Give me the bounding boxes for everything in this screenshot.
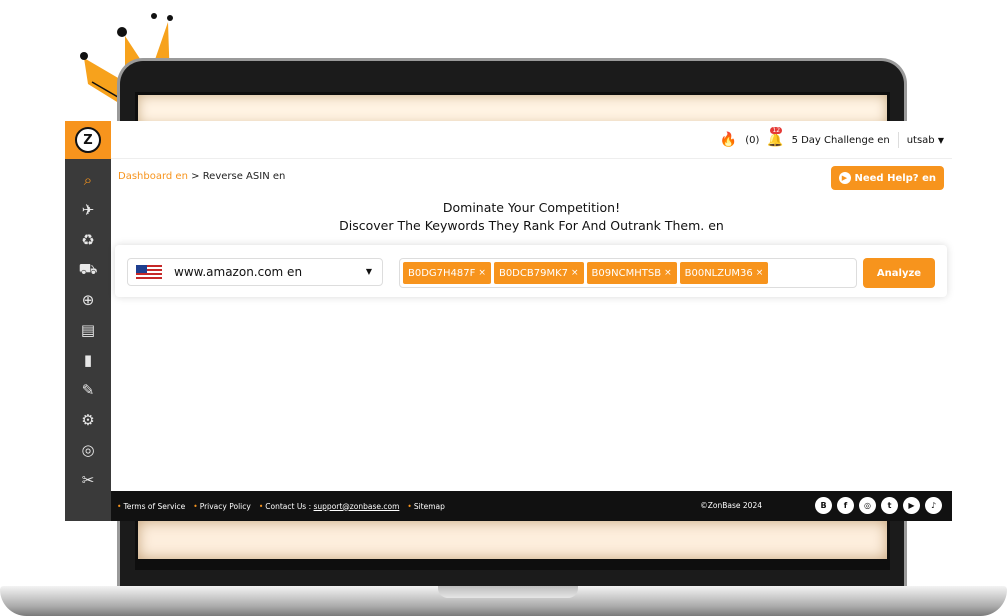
breadcrumb-separator: > <box>191 171 200 182</box>
analyze-button[interactable]: Analyze <box>863 258 935 288</box>
social-links: Bf ◎ t ▶ ♪ <box>815 497 942 514</box>
asin-input[interactable]: B0DG7H487F × B0DCB79MK7 × B09NCMHTSB × B00NLZU… <box>399 258 857 288</box>
footer-privacy-label: Privacy Policy <box>199 501 251 511</box>
laptop-notch <box>438 586 578 598</box>
footer-sitemap[interactable]: • Sitemap <box>407 502 445 511</box>
zoom-icon[interactable]: ⊕ <box>65 285 111 315</box>
edit-icon[interactable]: ✎ <box>65 375 111 405</box>
main-content: Dashboard en > Reverse ASIN en ▶ Need He… <box>111 159 952 491</box>
fire-icon[interactable]: 🔥 <box>720 132 737 148</box>
target-icon[interactable]: ◎ <box>65 435 111 465</box>
user-menu[interactable]: utsab ▼ <box>907 135 944 146</box>
remove-icon[interactable]: × <box>664 268 672 278</box>
topbar: 🔥 (0) 🔔 12 5 Day Challenge en utsab ▼ <box>111 121 952 159</box>
footer: • Terms of Service • Privacy Policy • Conta… <box>111 491 952 521</box>
need-help-button[interactable]: ▶ Need Help? en <box>830 166 944 190</box>
play-icon: ▶ <box>838 172 851 184</box>
tiktok-icon[interactable]: ♪ <box>925 497 942 514</box>
app-window: Z ⌕ ✈ ♻ ⛟ ⊕ ▤ ▮ ✎ ⚙ ◎ ✂ 🔥 (0) 🔔 12 5 Day Challenge … <box>65 121 952 521</box>
asin-chip: B00NLZUM36 × <box>679 262 769 284</box>
bell-icon[interactable]: 🔔 12 <box>767 126 784 148</box>
sidebar-nav: ⌕ ✈ ♻ ⛟ ⊕ ▤ ▮ ✎ ⚙ ◎ ✂ <box>65 165 111 495</box>
blogger-icon[interactable]: B <box>815 497 832 514</box>
twitter-icon[interactable]: t <box>881 497 898 514</box>
breadcrumb: Dashboard en > Reverse ASIN en <box>118 171 285 182</box>
marketplace-value: www.amazon.com en <box>174 265 303 279</box>
breadcrumb-dashboard[interactable]: Dashboard en <box>118 171 188 182</box>
asin-chip: B09NCMHTSB × <box>586 262 677 284</box>
footer-contact-label: Contact Us : <box>265 501 312 511</box>
remove-icon[interactable]: × <box>571 268 579 278</box>
sidebar: Z ⌕ ✈ ♻ ⛟ ⊕ ▤ ▮ ✎ ⚙ ◎ ✂ <box>65 121 111 521</box>
laptop-mockup: Z ⌕ ✈ ♻ ⛟ ⊕ ▤ ▮ ✎ ⚙ ◎ ✂ 🔥 (0) 🔔 12 5 Day Challenge … <box>0 0 1007 616</box>
search-card: www.amazon.com en ▼ B0DG7H487F × B0DCB79MK… <box>115 245 947 297</box>
challenge-link[interactable]: 5 Day Challenge en <box>792 135 890 146</box>
asin-chip-label: B0DCB79MK7 <box>498 267 568 279</box>
footer-privacy[interactable]: • Privacy Policy <box>193 502 251 511</box>
zonbase-logo-icon: Z <box>75 127 101 153</box>
marketplace-select[interactable]: www.amazon.com en ▼ <box>127 258 383 286</box>
footer-contact: • Contact Us : support@zonbase.com <box>258 501 400 511</box>
caret-down-icon: ▼ <box>937 135 944 145</box>
asin-chip-label: B0DG7H487F <box>408 267 476 279</box>
search-tag-icon[interactable]: ⌕ <box>65 165 111 195</box>
instagram-icon[interactable]: ◎ <box>859 497 876 514</box>
screen-glow-bottom <box>138 521 887 559</box>
footer-email-link[interactable]: support@zonbase.com <box>314 502 400 511</box>
user-name: utsab <box>906 134 935 146</box>
facebook-icon[interactable]: f <box>837 497 854 514</box>
headline-line-1: Dominate Your Competition! <box>442 200 621 215</box>
tools-icon[interactable]: ✂ <box>65 465 111 495</box>
us-flag-icon <box>136 265 162 279</box>
notification-badge: 12 <box>770 126 783 134</box>
copyright: ©ZonBase 2024 <box>700 501 762 510</box>
remove-icon[interactable]: × <box>756 268 764 278</box>
footer-terms-label: Terms of Service <box>123 501 186 511</box>
chevron-down-icon: ▼ <box>365 267 372 276</box>
need-help-label: Need Help? en <box>854 172 937 184</box>
recycle-icon[interactable]: ♻ <box>65 225 111 255</box>
asin-chip-label: B09NCMHTSB <box>591 267 662 279</box>
cart-icon[interactable]: ⛟ <box>65 255 111 285</box>
clipboard-icon[interactable]: ▤ <box>65 315 111 345</box>
page-headline: Dominate Your Competition! Discover The … <box>111 199 952 235</box>
youtube-icon[interactable]: ▶ <box>903 497 920 514</box>
breadcrumb-current: Reverse ASIN en <box>202 171 286 182</box>
footer-terms[interactable]: • Terms of Service <box>117 502 185 511</box>
asin-chip-label: B00NLZUM36 <box>684 267 753 279</box>
remove-icon[interactable]: × <box>478 268 486 278</box>
divider <box>897 132 899 148</box>
footer-sitemap-label: Sitemap <box>413 501 445 511</box>
magnify-settings-icon[interactable]: ⚙ <box>65 405 111 435</box>
asin-chip: B0DG7H487F × <box>403 262 491 284</box>
logo[interactable]: Z <box>65 121 111 159</box>
headline-line-2: Discover The Keywords They Rank For And … <box>339 218 724 233</box>
telescope-icon[interactable]: ✈ <box>65 195 111 225</box>
chart-icon[interactable]: ▮ <box>65 345 111 375</box>
asin-chip: B0DCB79MK7 × <box>493 262 584 284</box>
fire-count: (0) <box>745 134 760 146</box>
